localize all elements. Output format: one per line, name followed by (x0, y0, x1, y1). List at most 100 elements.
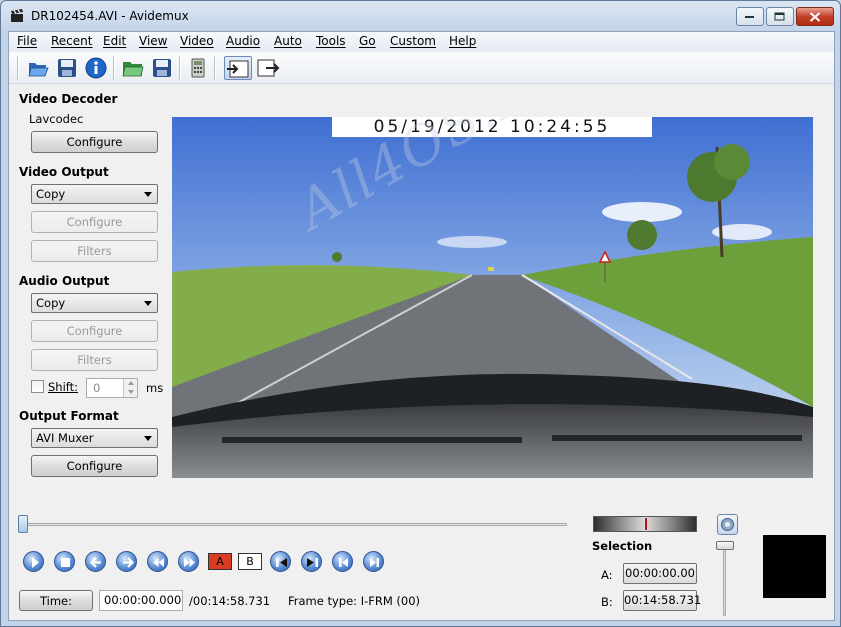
chevron-down-icon (144, 301, 152, 306)
menu-custom[interactable]: Custom (390, 34, 436, 48)
output-format-configure-button[interactable]: Configure (31, 455, 158, 477)
go-to-marker-a-button[interactable] (270, 551, 291, 572)
shift-label: Shift: (48, 380, 79, 394)
go-to-marker-b-button[interactable] (301, 551, 322, 572)
video-filters-button[interactable]: Filters (31, 240, 158, 262)
volume-button[interactable] (717, 514, 738, 535)
previous-keyframe-button[interactable] (147, 551, 168, 572)
total-time: /00:14:58.731 (189, 594, 271, 608)
stop-button[interactable] (54, 551, 75, 572)
marker-b-label: B (246, 555, 254, 568)
menu-recent[interactable]: Recent (51, 34, 92, 48)
volume-slider-thumb[interactable] (716, 541, 734, 550)
rewind-icon (153, 558, 164, 567)
menu-view[interactable]: View (139, 34, 167, 48)
input-mode-icon (227, 60, 249, 78)
input-mode-button[interactable] (224, 56, 252, 80)
info-button[interactable] (84, 56, 108, 80)
minimize-icon (745, 15, 754, 18)
shift-spinbox[interactable]: 0 (86, 378, 138, 398)
save-button[interactable] (55, 56, 79, 80)
current-time-field[interactable]: 00:00:00.000 (99, 590, 183, 611)
spin-up-icon[interactable] (124, 379, 137, 388)
marker-a-label: A (216, 555, 224, 568)
audio-output-configure-button[interactable]: Configure (31, 320, 158, 342)
info-icon (85, 57, 107, 79)
speaker-icon (721, 518, 734, 531)
open-folder-icon (122, 62, 144, 77)
toolbar (9, 52, 834, 84)
selection-b-field[interactable]: 00:14:58.731 (623, 590, 701, 611)
menu-video[interactable]: Video (180, 34, 214, 48)
audio-output-heading: Audio Output (19, 274, 110, 288)
menu-audio[interactable]: Audio (226, 34, 260, 48)
arrow-left-icon (89, 557, 101, 568)
spin-arrows[interactable] (123, 379, 137, 397)
maximize-button[interactable] (766, 7, 794, 26)
menu-go[interactable]: Go (359, 34, 376, 48)
marker-a-jump-icon (276, 558, 287, 567)
thumbnail-preview (763, 535, 826, 598)
play-icon (32, 557, 39, 568)
fast-forward-icon (184, 558, 195, 567)
calculator-button[interactable] (186, 56, 210, 80)
menu-edit[interactable]: Edit (103, 34, 126, 48)
output-format-select[interactable]: AVI Muxer (31, 428, 158, 448)
menu-tools[interactable]: Tools (316, 34, 346, 48)
time-button[interactable]: Time: (19, 590, 93, 611)
video-decoder-heading: Video Decoder (19, 92, 118, 106)
video-timestamp-overlay: 05/19/2012 10:24:55 (332, 117, 652, 137)
video-output-configure-button[interactable]: Configure (31, 211, 158, 233)
shift-checkbox[interactable] (31, 380, 44, 393)
chevron-down-icon (144, 436, 152, 441)
toolbar-separator (214, 56, 215, 80)
open-video-button[interactable] (26, 56, 50, 80)
audio-filters-button[interactable]: Filters (31, 349, 158, 371)
save-icon (58, 59, 76, 77)
output-format-heading: Output Format (19, 409, 119, 423)
skip-forward-icon (370, 558, 379, 567)
previous-frame-button[interactable] (85, 551, 106, 572)
video-decoder-configure-button[interactable]: Configure (31, 131, 158, 153)
output-mode-button[interactable] (255, 56, 283, 80)
close-button[interactable] (796, 7, 834, 26)
audio-output-selected: Copy (36, 296, 66, 310)
calculator-icon (191, 58, 205, 78)
volume-slider-track[interactable] (723, 544, 726, 616)
spin-down-icon[interactable] (124, 388, 137, 397)
open-folder-button[interactable] (121, 56, 145, 80)
save-video-button[interactable] (150, 56, 174, 80)
position-slider-track[interactable] (21, 523, 567, 526)
video-preview[interactable]: 05/19/2012 10:24:55 All4OS.RU (172, 117, 813, 478)
video-output-select[interactable]: Copy (31, 184, 158, 204)
shift-value: 0 (93, 381, 101, 395)
open-icon (28, 63, 49, 77)
next-keyframe-button[interactable] (178, 551, 199, 572)
jog-shuttle[interactable] (593, 516, 697, 532)
menu-auto[interactable]: Auto (274, 34, 302, 48)
position-slider-thumb[interactable] (18, 515, 28, 533)
video-output-heading: Video Output (19, 165, 109, 179)
title-bar[interactable]: DR102454.AVI - Avidemux (1, 1, 840, 31)
shift-unit: ms (146, 381, 164, 395)
menu-help[interactable]: Help (449, 34, 476, 48)
set-marker-b-button[interactable]: B (238, 553, 262, 570)
menu-file[interactable]: File (17, 34, 37, 48)
set-marker-a-button[interactable]: A (208, 553, 232, 570)
first-frame-button[interactable] (332, 551, 353, 572)
main-client-area: File Recent Edit View Video Audio Auto T… (8, 31, 835, 621)
frame-type: Frame type: I-FRM (00) (288, 594, 421, 608)
play-button[interactable] (23, 551, 44, 572)
selection-a-field[interactable]: 00:00:00.00 (623, 563, 697, 584)
minimize-button[interactable] (736, 7, 764, 26)
next-frame-button[interactable] (116, 551, 137, 572)
toolbar-separator (179, 56, 180, 80)
output-format-selected: AVI Muxer (36, 431, 94, 445)
toolbar-separator (17, 56, 18, 80)
close-icon (809, 11, 821, 22)
window-title: DR102454.AVI - Avidemux (31, 9, 189, 23)
audio-output-select[interactable]: Copy (31, 293, 158, 313)
toolbar-separator (113, 56, 114, 80)
clapperboard-icon (11, 9, 23, 22)
last-frame-button[interactable] (363, 551, 384, 572)
